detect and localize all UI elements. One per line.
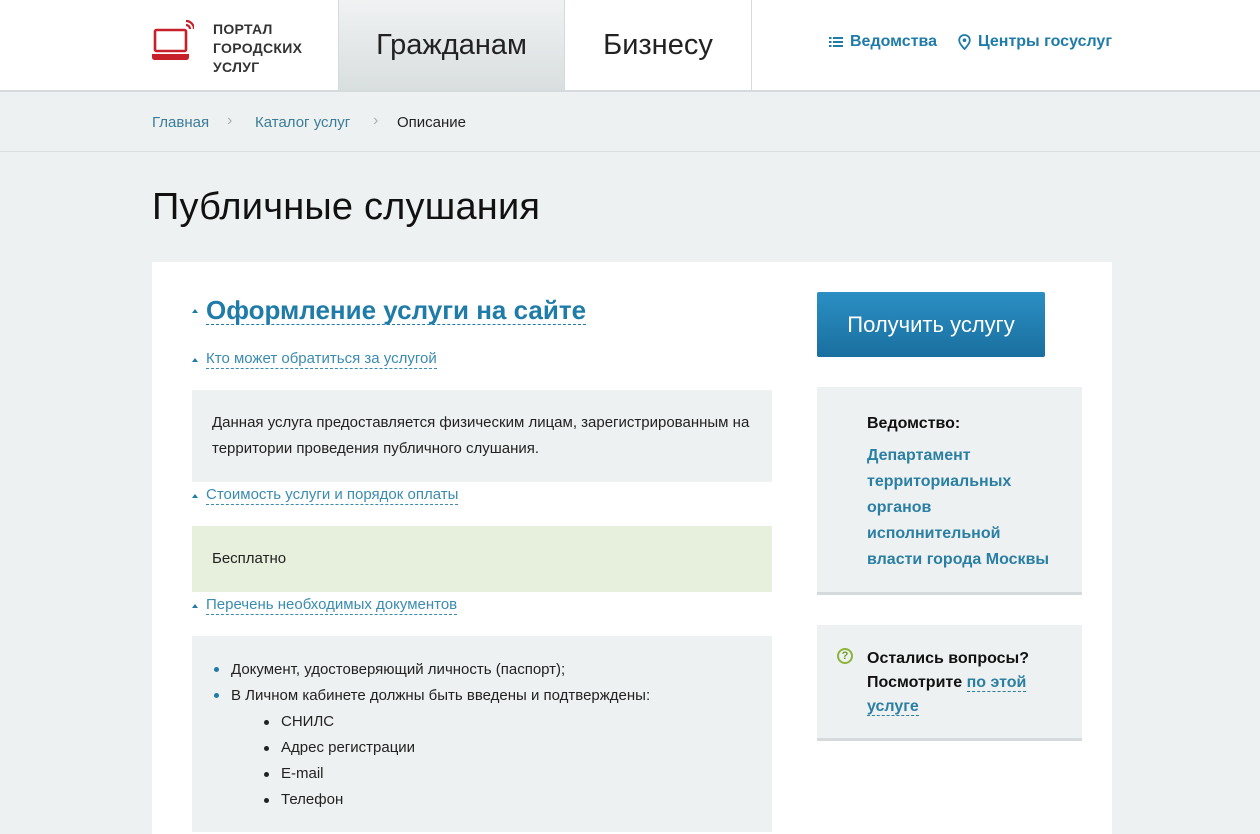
service-card: Оформление услуги на сайте Кто может обр… — [152, 262, 1112, 834]
page-title: Публичные слушания — [152, 186, 541, 228]
sub-list: СНИЛС Адрес регистрации E-mail Телефон — [262, 709, 752, 813]
who-can-apply-box: Данная услуга предоставляется физическим… — [192, 390, 772, 482]
cost-toggle[interactable]: Стоимость услуги и порядок оплаты — [192, 486, 459, 505]
tab-citizens[interactable]: Гражданам — [338, 0, 565, 90]
list-item: В Личном кабинете должны быть введены и … — [212, 683, 752, 813]
cost-text: Бесплатно — [212, 550, 287, 567]
list-icon — [829, 37, 843, 47]
list-item: СНИЛС — [262, 709, 752, 735]
documents-label: Перечень необходимых документов — [206, 596, 458, 615]
documents-list: Документ, удостоверяющий личность (паспо… — [212, 657, 752, 813]
logo-line: УСЛУГ — [213, 59, 260, 75]
question-icon: ? — [837, 648, 853, 664]
breadcrumb-current: Описание — [397, 114, 467, 131]
agency-link-line: органов — [867, 499, 932, 516]
documents-toggle[interactable]: Перечень необходимых документов — [192, 596, 458, 615]
caret-up-icon — [192, 308, 198, 313]
agencies-link[interactable]: Ведомства — [829, 33, 937, 51]
list-item-text: В Личном кабинете должны быть введены и … — [231, 687, 651, 704]
portal-logo[interactable]: ПОРТАЛ ГОРОДСКИХ УСЛУГ — [152, 16, 338, 76]
who-can-apply-text: Данная услуга предоставляется физическим… — [212, 414, 750, 457]
list-item: E-mail — [262, 761, 752, 787]
list-item: Телефон — [262, 787, 752, 813]
agency-link-line: исполнительной — [867, 525, 1001, 542]
service-centers-link[interactable]: Центры госуслуг — [958, 33, 1112, 51]
breadcrumb-home[interactable]: Главная — [152, 114, 209, 131]
help-box: ? Остались вопросы? Посмотрите по этой у… — [817, 625, 1082, 741]
logo-text: ПОРТАЛ ГОРОДСКИХ УСЛУГ — [213, 20, 302, 77]
list-item: Адрес регистрации — [262, 735, 752, 761]
agency-box: Ведомство: Департамент территориальных о… — [817, 387, 1082, 595]
service-centers-link-label: Центры госуслуг — [978, 33, 1112, 50]
who-can-apply-toggle[interactable]: Кто может обратиться за услугой — [192, 350, 437, 369]
section-title: Оформление услуги на сайте — [206, 295, 587, 325]
agency-label: Ведомство: — [867, 415, 961, 432]
agency-link[interactable]: Департамент территориальных органов испо… — [867, 443, 1062, 573]
caret-up-icon — [192, 493, 198, 498]
chevron-right-icon: › — [227, 112, 233, 129]
logo-line: ГОРОДСКИХ — [213, 40, 303, 56]
help-line-3: услуге — [867, 695, 1062, 719]
help-line-2: Посмотрите по этой — [867, 671, 1062, 695]
cost-label: Стоимость услуги и порядок оплаты — [206, 486, 459, 505]
laptop-signal-icon — [152, 19, 194, 60]
agencies-link-label: Ведомства — [850, 33, 938, 50]
caret-up-icon — [192, 357, 198, 362]
tab-business[interactable]: Бизнесу — [565, 0, 752, 90]
chevron-right-icon: › — [373, 112, 379, 129]
breadcrumb: Главная › Каталог услуг › Описание — [0, 92, 1260, 152]
who-can-apply-label: Кто может обратиться за услугой — [206, 350, 437, 369]
help-service-link[interactable]: по этой — [966, 674, 1027, 692]
section-toggle[interactable]: Оформление услуги на сайте — [192, 295, 587, 325]
breadcrumb-catalog[interactable]: Каталог услуг — [255, 114, 350, 131]
help-line-1: Остались вопросы? — [867, 650, 1029, 667]
get-service-button[interactable]: Получить услугу — [817, 292, 1045, 357]
help-service-link-cont[interactable]: услуге — [867, 698, 919, 716]
logo-line: ПОРТАЛ — [213, 21, 273, 37]
caret-up-icon — [192, 603, 198, 608]
documents-box: Документ, удостоверяющий личность (паспо… — [192, 636, 772, 832]
site-header: ПОРТАЛ ГОРОДСКИХ УСЛУГ Гражданам Бизнесу… — [0, 0, 1260, 92]
location-pin-icon — [958, 34, 971, 50]
list-item: Документ, удостоверяющий личность (паспо… — [212, 657, 752, 683]
agency-link-line: власти города Москвы — [867, 551, 1050, 568]
agency-link-line: Департамент — [867, 447, 971, 464]
agency-link-line: территориальных — [867, 473, 1012, 490]
help-prefix: Посмотрите — [867, 674, 963, 691]
cost-box: Бесплатно — [192, 526, 772, 592]
